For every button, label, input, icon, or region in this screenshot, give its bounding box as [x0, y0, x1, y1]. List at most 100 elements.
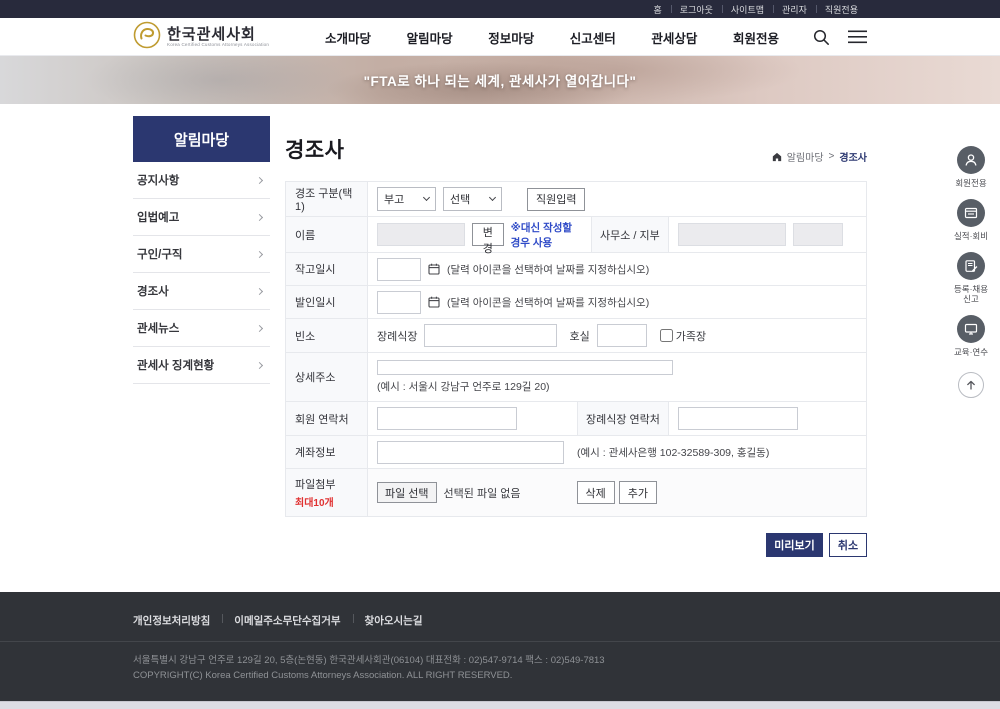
banner-slogan: "FTA로 하나 되는 세계, 관세사가 열어갑니다" — [364, 70, 637, 90]
chevron-right-icon — [256, 361, 263, 368]
attachment-label: 파일첨부 — [295, 476, 358, 492]
main: 경조사 알림마당 > 경조사 경조 구분(택1) — [285, 116, 867, 557]
utility-link-logout[interactable]: 로그아웃 — [671, 3, 722, 16]
add-file-button[interactable]: 추가 — [619, 481, 657, 504]
quick-fees-button[interactable]: 실적·회비 — [954, 199, 988, 241]
footer-address: 서울특별시 강남구 언주로 129길 20, 5층(논현동) 한국관세사회관(0… — [133, 653, 867, 668]
funeral-date-input[interactable] — [377, 291, 421, 314]
page: 홈 로그아웃 사이트맵 관리자 직원전용 한국관세사회 Korea Certif… — [0, 0, 1000, 709]
sidebar: 알림마당 공지사항 입법예고 구인/구직 경조사 관세뉴스 관세사 징계현황 — [133, 116, 270, 557]
breadcrumb: 알림마당 > 경조사 — [772, 149, 867, 164]
category-select-2[interactable]: 선택 — [443, 187, 502, 211]
hall-phone-label: 장례식장 연락처 — [577, 402, 669, 435]
branch-input[interactable] — [793, 223, 843, 246]
scroll-top-button[interactable] — [958, 372, 984, 398]
staff-input-button[interactable]: 직원입력 — [527, 188, 585, 211]
nav-report[interactable]: 신고센터 — [570, 28, 616, 47]
address-label: 상세주소 — [286, 353, 368, 401]
nav-consult[interactable]: 관세상담 — [651, 28, 697, 47]
attachment-limit: 최대10개 — [295, 494, 358, 509]
quick-menu: 회원전용 실적·회비 등록·채용 신고 — [954, 146, 988, 398]
utility-link-sitemap[interactable]: 사이트맵 — [722, 3, 773, 16]
arrow-up-icon — [965, 379, 977, 391]
footer-link-privacy[interactable]: 개인정보처리방침 — [133, 613, 222, 628]
utility-link-home[interactable]: 홈 — [645, 3, 671, 16]
sidebar-item-jobs[interactable]: 구인/구직 — [133, 236, 270, 273]
funeral-hall-label: 장례식장 — [377, 328, 417, 344]
page-title: 경조사 — [285, 134, 344, 164]
name-input[interactable] — [377, 223, 465, 246]
footer-link-directions[interactable]: 찾아오시는길 — [353, 613, 435, 628]
logo-icon — [133, 21, 161, 54]
member-phone-label: 회원 연락처 — [286, 402, 368, 435]
logo-title: 한국관세사회 — [167, 27, 269, 42]
monitor-icon — [957, 315, 985, 343]
death-date-hint: (달력 아이콘을 선택하여 날짜를 지정하십시오) — [447, 262, 649, 277]
name-note: ※대신 작성할 경우 사용 — [511, 220, 582, 250]
quick-registration-button[interactable]: 등록·채용 신고 — [954, 252, 988, 304]
room-input[interactable] — [597, 324, 647, 347]
category-select-1[interactable]: 부고 — [377, 187, 436, 211]
nav-info[interactable]: 정보마당 — [488, 28, 534, 47]
breadcrumb-current: 경조사 — [839, 149, 867, 164]
sidebar-item-customs-news[interactable]: 관세뉴스 — [133, 310, 270, 347]
user-icon — [957, 146, 985, 174]
account-input[interactable] — [377, 441, 564, 464]
chevron-down-icon — [423, 194, 430, 201]
change-name-button[interactable]: 변경 — [472, 223, 504, 246]
footer-link-email-refusal[interactable]: 이메일주소무단수집거부 — [222, 613, 352, 628]
address-input[interactable] — [377, 360, 673, 375]
office-label: 사무소 / 지부 — [591, 217, 669, 252]
calendar-icon[interactable] — [428, 296, 440, 308]
chevron-right-icon — [256, 250, 263, 257]
utility-link-admin[interactable]: 관리자 — [773, 3, 816, 16]
content: 알림마당 공지사항 입법예고 구인/구직 경조사 관세뉴스 관세사 징계현황 경… — [0, 104, 1000, 592]
death-date-label: 작고일시 — [286, 253, 368, 285]
logo[interactable]: 한국관세사회 Korea Certified Customs Attorneys… — [133, 21, 269, 54]
family-funeral-checkbox[interactable] — [660, 329, 673, 342]
card-icon — [957, 199, 985, 227]
row-mortuary: 빈소 장례식장 호실 가족장 — [286, 319, 866, 353]
no-file-text: 선택된 파일 없음 — [444, 485, 521, 501]
footer-copyright: COPYRIGHT(C) Korea Certified Customs Att… — [133, 668, 867, 683]
nav-members[interactable]: 회원전용 — [733, 28, 779, 47]
quick-members-button[interactable]: 회원전용 — [955, 146, 986, 188]
quick-education-button[interactable]: 교육·연수 — [954, 315, 988, 357]
utility-link-staff[interactable]: 직원전용 — [816, 3, 867, 16]
family-event-form: 경조 구분(택1) 부고 선택 직원입력 — [285, 181, 867, 517]
preview-button[interactable]: 미리보기 — [766, 533, 823, 557]
hall-phone-input[interactable] — [678, 407, 798, 430]
chevron-down-icon — [489, 194, 496, 201]
nav-intro[interactable]: 소개마당 — [325, 28, 371, 47]
family-funeral-label: 가족장 — [676, 328, 706, 344]
chevron-right-icon — [256, 324, 263, 331]
sidebar-item-notice[interactable]: 공지사항 — [133, 162, 270, 199]
office-input[interactable] — [678, 223, 786, 246]
nav-notice[interactable]: 알림마당 — [407, 28, 453, 47]
footer-links: 개인정보처리방침 이메일주소무단수집거부 찾아오시는길 — [133, 592, 867, 641]
calendar-icon[interactable] — [428, 263, 440, 275]
address-example: (예시 : 서울시 강남구 언주로 129길 20) — [377, 379, 857, 394]
sidebar-item-legislation[interactable]: 입법예고 — [133, 199, 270, 236]
hero-banner: "FTA로 하나 되는 세계, 관세사가 열어갑니다" — [0, 56, 1000, 104]
member-phone-input[interactable] — [377, 407, 517, 430]
search-icon[interactable] — [813, 29, 830, 46]
cancel-button[interactable]: 취소 — [829, 533, 867, 557]
file-select-button[interactable]: 파일 선택 — [377, 482, 437, 503]
footer: 개인정보처리방침 이메일주소무단수집거부 찾아오시는길 서울특별시 강남구 언주… — [0, 592, 1000, 701]
death-date-input[interactable] — [377, 258, 421, 281]
delete-file-button[interactable]: 삭제 — [577, 481, 615, 504]
sidebar-title: 알림마당 — [133, 116, 270, 162]
chevron-right-icon — [256, 213, 263, 220]
mortuary-label: 빈소 — [286, 319, 368, 352]
sidebar-item-discipline[interactable]: 관세사 징계현황 — [133, 347, 270, 384]
name-label: 이름 — [286, 217, 368, 252]
sidebar-item-family-events[interactable]: 경조사 — [133, 273, 270, 310]
row-category: 경조 구분(택1) 부고 선택 직원입력 — [286, 182, 866, 217]
breadcrumb-root[interactable]: 알림마당 — [787, 149, 824, 164]
utility-bar: 홈 로그아웃 사이트맵 관리자 직원전용 — [0, 0, 1000, 18]
funeral-hall-input[interactable] — [424, 324, 557, 347]
home-icon[interactable] — [772, 152, 782, 162]
menu-icon[interactable] — [848, 30, 867, 44]
document-edit-icon — [957, 252, 985, 280]
